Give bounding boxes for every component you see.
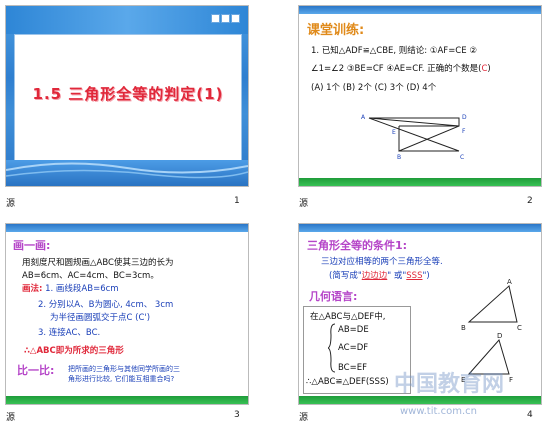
abbr-chinese: 边边边 <box>361 271 388 281</box>
label-A: A <box>507 278 512 286</box>
slide-4-number: 4 <box>527 410 533 420</box>
abbr-sss: SSS <box>406 271 423 281</box>
question-line-2-text: ∠1=∠2 ③BE=CF ④AE=CF. 正确的个数是 <box>311 64 479 74</box>
question-options: (A) 1个 (B) 2个 (C) 3个 (D) 4个 <box>311 83 437 93</box>
slide-3-number: 3 <box>234 410 240 420</box>
wave-decoration <box>6 162 248 179</box>
slide-1-footer-marker: 源 <box>6 199 16 209</box>
slide-thumbnail-1[interactable]: 1.5 三角形全等的判定(1) <box>5 5 249 187</box>
watermark-url: www.tit.com.cn <box>400 406 477 417</box>
congruent-triangles-figure: A E F D B C <box>361 114 467 161</box>
slide-thumbnail-2[interactable]: 课堂训练: 1. 已知△ADF≌△CBE, 则结论: ①AF=CE ② ∠1=∠… <box>298 5 542 187</box>
abbr-prefix: (简写成" <box>329 271 362 281</box>
slide-1-number: 1 <box>234 196 240 206</box>
label-C: C <box>460 154 464 161</box>
condition-bc-ef: BC=EF <box>338 363 367 373</box>
compare-text-2: 角形进行比较, 它们能互相重合吗? <box>68 375 175 383</box>
label-F: F <box>462 128 466 135</box>
answer-text: C <box>481 64 488 74</box>
label-E: E <box>392 129 396 136</box>
step-1-row: 画法: 1. 画线段AB=6cm <box>22 282 119 294</box>
slide-top-bar <box>6 224 248 232</box>
brace-icon <box>328 323 336 373</box>
label-D: D <box>462 114 467 121</box>
conclusion: ∴△ABC即为所求的三角形 <box>24 346 124 356</box>
label-B: B <box>461 324 466 332</box>
label-B: B <box>397 154 401 161</box>
question-line-2: ∠1=∠2 ③BE=CF ④AE=CF. 正确的个数是(C) <box>311 64 491 74</box>
slide-thumbnail-3[interactable]: 画一画: 用刻度尺和圆规画△ABC使其三边的长为 AB=6cm、AC=4cm、B… <box>5 223 249 405</box>
abbr-mid: " 或" <box>387 271 407 281</box>
slide-top-bar <box>299 224 541 232</box>
task-line-1: 用刻度尺和圆规画△ABC使其三边的长为 <box>22 258 174 268</box>
condition-text: 三边对应相等的两个三角形全等. <box>321 257 443 267</box>
title-panel: 1.5 三角形全等的判定(1) <box>14 34 242 162</box>
restore-icon <box>221 14 230 23</box>
compare-label: 比一比: <box>17 364 55 377</box>
proof-result: ∴△ABC≌△DEF(SSS) <box>306 377 389 387</box>
slide-wave-footer <box>6 160 248 186</box>
geometry-language-label: 几何语言: <box>309 290 358 303</box>
step-3: 3. 连接AC、BC. <box>38 328 101 338</box>
step-2a: 2. 分别以A、B为圆心, 4cm、 3cm <box>38 300 174 310</box>
task-line-2: AB=6cm、AC=4cm、BC=3cm。 <box>22 271 159 281</box>
minimize-icon <box>211 14 220 23</box>
label-D: D <box>497 332 502 340</box>
question-line-1: 1. 已知△ADF≌△CBE, 则结论: ①AF=CE ② <box>311 46 477 56</box>
slide-heading: 课堂训练: <box>307 23 365 38</box>
slide-bottom-bar <box>299 396 541 404</box>
label-A: A <box>361 114 366 121</box>
proof-intro: 在△ABC与△DEF中, <box>310 312 386 322</box>
compare-text-1: 把所画的三角形与其他同学所画的三 <box>68 365 180 373</box>
condition-ac-df: AC=DF <box>338 343 369 353</box>
condition-ab-de: AB=DE <box>338 325 369 335</box>
slide-3-footer-marker: 源 <box>6 413 16 423</box>
slide-heading: 画一画: <box>13 239 51 252</box>
close-icon <box>231 14 240 23</box>
slide-4-footer-marker: 源 <box>299 413 309 423</box>
watermark-logo: 中国教育网 <box>394 372 505 397</box>
slide-thumbnail-4[interactable]: 三角形全等的条件1: 三边对应相等的两个三角形全等. (简写成"边边边" 或"S… <box>298 223 542 405</box>
label-C: C <box>517 324 522 332</box>
abbr-suffix: ") <box>422 271 430 281</box>
slide-top-bar <box>299 6 541 14</box>
label-F: F <box>509 376 513 384</box>
slide-heading: 三角形全等的条件1: <box>307 239 408 252</box>
step-1: 1. 画线段AB=6cm <box>45 284 119 294</box>
slide-2-footer-marker: 源 <box>299 199 309 209</box>
abbreviation-line: (简写成"边边边" 或"SSS") <box>329 269 430 281</box>
slide-title: 1.5 三角形全等的判定(1) <box>32 85 224 103</box>
slide-bottom-bar <box>6 396 248 404</box>
slide-bottom-bar <box>299 178 541 186</box>
steps-label: 画法: <box>22 284 43 294</box>
step-2b: 为半径画圆弧交于点C (C') <box>50 313 151 323</box>
slide-2-number: 2 <box>527 196 533 206</box>
